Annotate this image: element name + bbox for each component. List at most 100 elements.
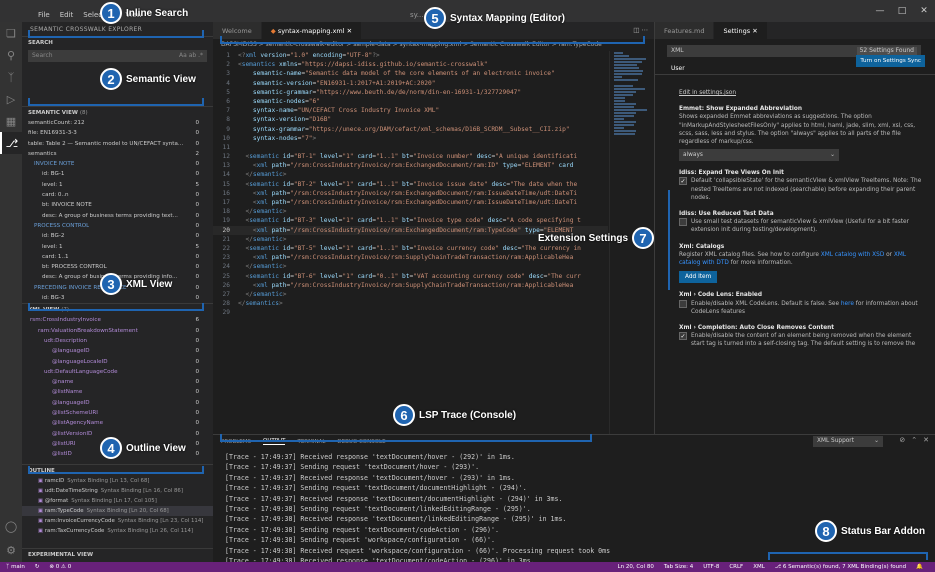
branch-status[interactable]: ᛉ main xyxy=(6,564,25,570)
code-line[interactable]: 20 <xml path="/rsm:CrossIndustryInvoice/… xyxy=(213,225,608,235)
code-line[interactable]: 29 xyxy=(213,308,608,317)
search-icon[interactable]: ⚲ xyxy=(0,44,22,66)
setting-emmet-select[interactable]: always ⌄ xyxy=(679,149,839,162)
semantic-view-header[interactable]: SEMANTIC VIEW (8) xyxy=(22,106,213,118)
semantic-row[interactable]: id: BG-2 0 xyxy=(22,231,213,241)
settings-user-tab[interactable]: User Turn on Settings Sync xyxy=(655,55,935,75)
xml-row[interactable]: @listName 0 xyxy=(22,387,213,397)
menu-file[interactable]: File xyxy=(38,11,50,19)
outline-item[interactable]: ▣ ram:TaxCurrencyCode Syntax Binding [Ln … xyxy=(22,526,213,536)
semantic-row[interactable]: desc: A group of business terms providin… xyxy=(22,211,213,221)
tab-features-md[interactable]: Features.md xyxy=(655,22,715,39)
code-line[interactable]: 14 </semantic> xyxy=(213,170,608,179)
line-ending[interactable]: CRLF xyxy=(729,564,743,570)
semantic-row[interactable]: PRECEDING INVOICE REFERENCE 0 xyxy=(22,283,213,293)
xml-row[interactable]: @listAgencyName 0 xyxy=(22,418,213,428)
tab-close-icon[interactable]: ✕ xyxy=(347,27,352,35)
menu-selection[interactable]: Selection xyxy=(83,11,115,19)
clear-output-icon[interactable]: ⊘ xyxy=(899,436,905,444)
code-line[interactable]: 19 <semantic id="BT-3" level="1" card="1… xyxy=(213,216,608,225)
xml-row[interactable]: @listURI 0 xyxy=(22,439,213,449)
tab-settings[interactable]: Settings ✕ xyxy=(714,22,768,39)
code-line[interactable]: 7 syntax-name="UN/CEFACT Cross Industry … xyxy=(213,106,608,115)
setting-idiss-reduced-checkbox[interactable] xyxy=(679,218,687,227)
outline-item[interactable]: ▣ udt:DateTimeString Syntax Binding [Ln 1… xyxy=(22,486,213,496)
semantic-row[interactable]: semantics 2 xyxy=(22,149,213,159)
code-line[interactable]: 17 <xml path="/rsm:CrossIndustryInvoice/… xyxy=(213,198,608,207)
code-line[interactable]: 1 <?xml version="1.0" encoding="UTF-8"?> xyxy=(213,51,608,60)
output-channel-select[interactable]: XML Support ⌄ xyxy=(813,436,883,447)
menu-edit[interactable]: Edit xyxy=(60,11,74,19)
menu-view[interactable]: View xyxy=(126,11,143,19)
catalogs-xsd-link[interactable]: XML catalog with XSD xyxy=(821,252,885,258)
code-line[interactable]: 25 <semantic id="BT-6" level="1" card="0… xyxy=(213,272,608,281)
close-icon[interactable]: ✕ xyxy=(913,0,935,22)
xml-row[interactable]: rsm:CrossIndustryInvoice 6 xyxy=(22,315,213,325)
setting-idiss-expand-checkbox[interactable]: ✓ xyxy=(679,177,687,186)
tab-close-icon[interactable]: ✕ xyxy=(752,27,757,35)
experimental-view-header[interactable]: EXPERIMENTAL VIEW xyxy=(22,548,213,560)
minimize-icon[interactable]: — xyxy=(869,0,891,22)
search-input[interactable]: Search Aa ab .* xyxy=(28,50,207,62)
xml-row[interactable]: @name 0 xyxy=(22,377,213,387)
xml-row[interactable]: @languageLocaleID 0 xyxy=(22,357,213,367)
semantic-row[interactable]: desc: A group of business terms providin… xyxy=(22,272,213,282)
explorer-icon[interactable]: ❏ xyxy=(0,22,22,44)
semantic-row[interactable]: PROCESS CONTROL 0 xyxy=(22,221,213,231)
notifications-icon[interactable]: 🔔 xyxy=(916,564,923,570)
code-line[interactable]: 8 syntax-version="D16B" xyxy=(213,115,608,124)
xml-row[interactable]: @listSchemeURI 0 xyxy=(22,408,213,418)
code-line[interactable]: 18 </semantic> xyxy=(213,207,608,216)
code-line[interactable]: 12 <semantic id="BT-1" level="1" card="1… xyxy=(213,152,608,161)
xml-row[interactable]: @listVersionID 0 xyxy=(22,429,213,439)
source-control-icon[interactable]: ᛉ xyxy=(0,66,22,88)
close-panel-icon[interactable]: ✕ xyxy=(923,436,929,444)
code-line[interactable]: 9 syntax-grammar="https://unece.org/DAM/… xyxy=(213,125,608,134)
semantic-row[interactable]: INVOICE NOTE 0 xyxy=(22,159,213,169)
language-mode[interactable]: XML xyxy=(753,564,765,570)
code-line[interactable]: 10 syntax-nodes="7"> xyxy=(213,134,608,143)
extensions-icon[interactable]: ▦ xyxy=(0,110,22,132)
outline-item[interactable]: ▣ ram:TypeCode Syntax Binding [Ln 20, Col… xyxy=(22,506,213,517)
code-line[interactable]: 3 semantic-name="Semantic data model of … xyxy=(213,69,608,78)
sync-icon[interactable]: ↻ xyxy=(35,564,40,570)
maximize-icon[interactable]: □ xyxy=(891,0,913,22)
semantic-row[interactable]: bt: PROCESS CONTROL 0 xyxy=(22,262,213,272)
account-icon[interactable]: ◯ xyxy=(0,515,22,537)
code-line[interactable]: 6 semantic-nodes="6" xyxy=(213,97,608,106)
problems-status[interactable]: ⊗ 0 ⚠ 0 xyxy=(49,564,71,570)
xml-row[interactable]: ram:ValuationBreakdownStatement 0 xyxy=(22,326,213,336)
code-line[interactable]: 13 <xml path="/rsm:CrossIndustryInvoice/… xyxy=(213,161,608,170)
code-line[interactable]: 26 <xml path="/rsm:CrossIndustryInvoice/… xyxy=(213,281,608,290)
code-line[interactable]: 2 <semantics xmlns="https://dapsi-idiss.g… xyxy=(213,60,608,69)
outline-item[interactable]: ▣ @format Syntax Binding [Ln 17, Col 105] xyxy=(22,496,213,506)
code-line[interactable]: 27 </semantic> xyxy=(213,290,608,299)
xml-row[interactable]: @languageID 0 xyxy=(22,398,213,408)
code-line[interactable]: 4 semantic-version="EN16931-1:2017+A1:20… xyxy=(213,79,608,88)
outline-item[interactable]: ▣ ram:InvoiceCurrencyCode Syntax Binding … xyxy=(22,516,213,526)
outline-item[interactable]: ▣ ramcID Syntax Binding [Ln 13, Col 68] xyxy=(22,476,213,486)
split-editor-icon[interactable]: ◫ xyxy=(633,26,639,34)
semantic-row[interactable]: bt: INVOICE NOTE 0 xyxy=(22,200,213,210)
xml-row[interactable]: udt:Description 0 xyxy=(22,336,213,346)
crosswalk-status-addon[interactable]: ⎇ 6 Semantic(s) found, 7 XML Binding(s) … xyxy=(775,564,906,570)
code-editor[interactable]: 1 <?xml version="1.0" encoding="UTF-8"?> 2… xyxy=(213,51,608,317)
maximize-panel-icon[interactable]: ⌃ xyxy=(911,436,917,444)
code-line[interactable]: 11 xyxy=(213,143,608,152)
code-line[interactable]: 24 </semantic> xyxy=(213,262,608,271)
semantic-row[interactable]: card: 0..n 0 xyxy=(22,190,213,200)
add-item-button[interactable]: Add Item xyxy=(679,271,718,284)
minimap[interactable] xyxy=(609,51,654,434)
search-options-icon[interactable]: Aa ab .* xyxy=(179,52,203,60)
code-line[interactable]: 21 </semantic> xyxy=(213,235,608,244)
code-line[interactable]: 16 <xml path="/rsm:CrossIndustryInvoice/… xyxy=(213,189,608,198)
semantic-row[interactable]: level: 1 5 xyxy=(22,180,213,190)
code-line[interactable]: 22 <semantic id="BT-5" level="1" card="1… xyxy=(213,244,608,253)
code-line[interactable]: 15 <semantic id="BT-2" level="1" card="1… xyxy=(213,180,608,189)
setting-autoclose-checkbox[interactable]: ✓ xyxy=(679,332,687,341)
setting-codelens-checkbox[interactable] xyxy=(679,299,687,308)
edit-settings-json-link[interactable]: Edit in settings.json xyxy=(679,90,736,96)
manage-gear-icon[interactable]: ⚙ xyxy=(0,539,22,561)
semantic-crosswalk-icon[interactable]: ⎇ xyxy=(0,132,22,154)
semantic-row[interactable]: id: BG-1 0 xyxy=(22,169,213,179)
